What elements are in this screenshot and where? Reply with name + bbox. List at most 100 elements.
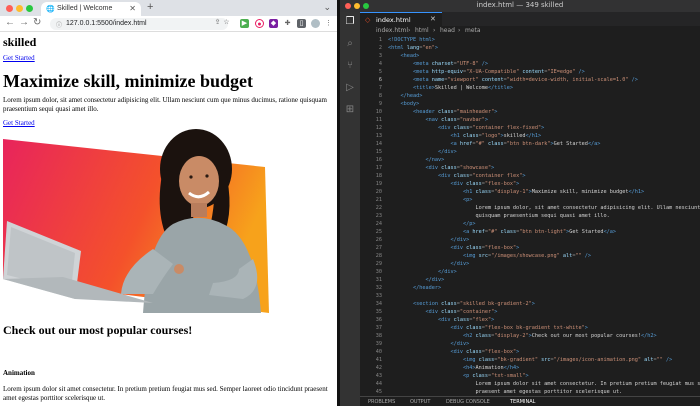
line-number: 30 — [375, 269, 382, 275]
reload-icon[interactable]: ↻ — [33, 17, 41, 28]
code-line[interactable]: 36 <div class="flex"> — [360, 316, 700, 324]
close-editor-icon[interactable]: ✕ — [430, 15, 436, 23]
maximize-window-button[interactable] — [26, 5, 33, 12]
address-bar[interactable]: ⓘ 127.0.0.1:5500/index.html — [50, 18, 228, 30]
line-number: 9 — [378, 101, 382, 107]
minimize-window-button[interactable] — [16, 5, 23, 12]
code-line[interactable]: 43 <p class="txt-small"> — [360, 372, 700, 380]
code-line[interactable]: 12 <div class="container flex-fixed"> — [360, 124, 700, 132]
code-line[interactable]: 26 </div> — [360, 236, 700, 244]
code-line[interactable]: 8 </head> — [360, 92, 700, 100]
line-number: 5 — [378, 69, 382, 75]
close-tab-icon[interactable]: ✕ — [129, 4, 136, 13]
code-line[interactable]: 32 </header> — [360, 284, 700, 292]
extensions-icon[interactable]: ⊞ — [344, 104, 356, 116]
panel-tab-debug-console[interactable]: DEBUG CONSOLE — [446, 399, 490, 405]
code-line[interactable]: 25 <a href="#" class="btn btn-light">Get… — [360, 228, 700, 236]
code-line[interactable]: 4 <meta charset="UTF-8" /> — [360, 60, 700, 68]
back-icon[interactable]: ← — [5, 17, 15, 28]
breadcrumb-item[interactable]: html — [415, 27, 429, 34]
tab-search-icon[interactable]: ⌄ — [323, 2, 331, 13]
code-line[interactable]: 5 <meta http-equiv="X-UA-Compatible" con… — [360, 68, 700, 76]
code-line[interactable]: 14 <a href="#" class="btn btn-dark">Get … — [360, 140, 700, 148]
code-line[interactable]: 18 <div class="container flex"> — [360, 172, 700, 180]
panel-tab-output[interactable]: OUTPUT — [410, 399, 430, 405]
code-line[interactable]: 20 <h1 class="display-1">Maximize skill,… — [360, 188, 700, 196]
line-number: 13 — [375, 133, 382, 139]
code-line[interactable]: 42 <h4>Animation</h4> — [360, 364, 700, 372]
code-line[interactable]: 45 praesent amet egestas porttitor scele… — [360, 388, 700, 396]
code-line[interactable]: 34 <section class="skilled bk-gradient-2… — [360, 300, 700, 308]
code-line[interactable]: 33 — [360, 292, 700, 300]
code-line[interactable]: 3 <head> — [360, 52, 700, 60]
code-line[interactable]: 29 </div> — [360, 260, 700, 268]
menu-dots-icon[interactable]: ⋮ — [324, 19, 333, 28]
html-file-icon: ◇ — [365, 16, 371, 24]
breadcrumb-item[interactable]: head — [440, 27, 455, 34]
forward-icon[interactable]: → — [19, 17, 29, 28]
breadcrumb-item[interactable]: index.html — [376, 27, 408, 34]
code-line[interactable]: 7 <title>Skilled | Welcome</title> — [360, 84, 700, 92]
code-line[interactable]: 40 <div class="flex-box"> — [360, 348, 700, 356]
explorer-icon[interactable]: ❐ — [344, 16, 356, 28]
bookmark-star-icon[interactable]: ☆ — [222, 18, 231, 27]
code-text: <div class="flex-box"> — [450, 349, 520, 355]
panel-tab-problems[interactable]: PROBLEMS — [368, 399, 395, 405]
code-line[interactable]: 9 <body> — [360, 100, 700, 108]
share-icon[interactable]: ⇪ — [213, 18, 222, 27]
line-number: 16 — [375, 157, 382, 163]
code-line[interactable]: 6 <meta name="viewport" content="width=d… — [360, 76, 700, 84]
close-window-button[interactable] — [6, 5, 13, 12]
line-number: 8 — [378, 93, 382, 99]
code-text: <a href="#" class="btn btn-light">Get St… — [462, 229, 617, 235]
code-line[interactable]: 24 </p> — [360, 220, 700, 228]
code-line[interactable]: 38 <h2 class="display-2">Check out our m… — [360, 332, 700, 340]
code-line[interactable]: 23 quisquam praesentium sequi quasi amet… — [360, 212, 700, 220]
code-line[interactable]: 17 <div class="showcase"> — [360, 164, 700, 172]
code-line[interactable]: 16 </nav> — [360, 156, 700, 164]
source-control-icon[interactable]: ⑂ — [344, 60, 356, 72]
code-line[interactable]: 15 </div> — [360, 148, 700, 156]
code-line[interactable]: 31 </div> — [360, 276, 700, 284]
new-tab-button[interactable]: + — [147, 1, 153, 13]
code-line[interactable]: 2 <html lang="en"> — [360, 44, 700, 52]
code-text: </p> — [462, 221, 476, 227]
browser-tab[interactable]: 🌐 Skilled | Welcome ✕ — [41, 2, 141, 16]
editor-tab-index-html[interactable]: ◇ index.html ✕ — [360, 12, 442, 26]
code-line[interactable]: 11 <nav class="navbar"> — [360, 116, 700, 124]
code-editor[interactable]: 1 <!DOCTYPE html> 2 <html lang="en"> 3 <head… — [360, 36, 700, 396]
profile-avatar[interactable] — [311, 19, 320, 28]
code-line[interactable]: 39 </div> — [360, 340, 700, 348]
code-line[interactable]: 13 <h1 class="logo">skilled</h1> — [360, 132, 700, 140]
code-line[interactable]: 28 <img src="/images/showcase.png" alt="… — [360, 252, 700, 260]
code-line[interactable]: 27 <div class="flex-box"> — [360, 244, 700, 252]
search-icon[interactable]: ⌕ — [344, 38, 356, 50]
code-text: <title>Skilled | Welcome</title> — [413, 85, 513, 91]
extension-color-icon[interactable]: ● — [255, 19, 264, 28]
code-line[interactable]: 19 <div class="flex-box"> — [360, 180, 700, 188]
code-line[interactable]: 41 <img class="bk-gradient" src="/images… — [360, 356, 700, 364]
code-line[interactable]: 1 <!DOCTYPE html> — [360, 36, 700, 44]
panel-tab-terminal[interactable]: TERMINAL — [510, 399, 535, 405]
get-started-link-showcase[interactable]: Get Started — [3, 119, 35, 127]
code-line[interactable]: 22 Lorem ipsum dolor, sit amet consectet… — [360, 204, 700, 212]
line-number: 25 — [375, 229, 382, 235]
extension-green-icon[interactable]: ▶ — [240, 19, 249, 28]
extension-purple-icon[interactable]: ◆ — [269, 19, 278, 28]
code-line[interactable]: 21 <p> — [360, 196, 700, 204]
sidebar-icon[interactable]: ▯ — [297, 19, 306, 28]
line-number: 23 — [375, 213, 382, 219]
breadcrumb-item[interactable]: meta — [465, 27, 481, 34]
get-started-link-header[interactable]: Get Started — [3, 54, 35, 62]
code-line[interactable]: 30 </div> — [360, 268, 700, 276]
code-line[interactable]: 37 <div class="flex-box bk-gradient txt-… — [360, 324, 700, 332]
editor-tab-label: index.html — [376, 16, 411, 24]
extensions-puzzle-icon[interactable]: ✚ — [283, 19, 292, 28]
code-line[interactable]: 10 <header class="mainheader"> — [360, 108, 700, 116]
code-line[interactable]: 35 <div class="container"> — [360, 308, 700, 316]
run-debug-icon[interactable]: ▷ — [344, 82, 356, 94]
line-number: 6 — [378, 77, 382, 83]
info-icon[interactable]: ⓘ — [56, 20, 62, 29]
code-text: <h1 class="logo">skilled</h1> — [450, 133, 542, 139]
code-line[interactable]: 44 Lorem ipsum dolor sit amet consectetu… — [360, 380, 700, 388]
